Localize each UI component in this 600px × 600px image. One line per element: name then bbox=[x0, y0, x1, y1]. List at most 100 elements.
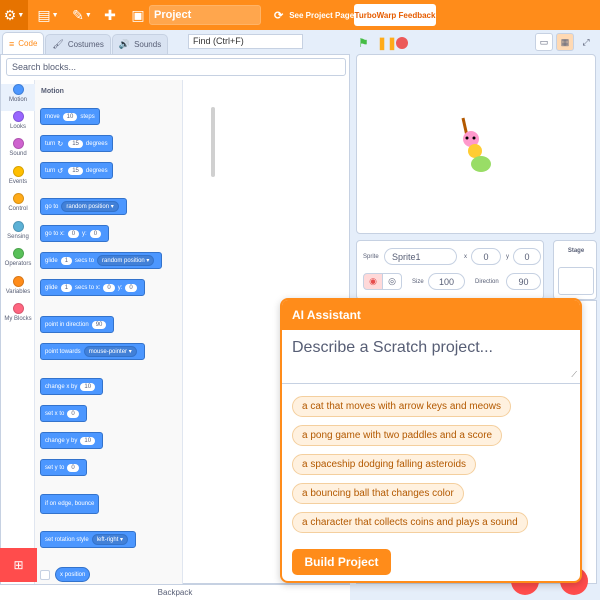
block-input[interactable]: 90 bbox=[91, 320, 107, 329]
stage-canvas[interactable] bbox=[356, 54, 596, 234]
category-events[interactable]: Events bbox=[1, 166, 35, 193]
tab-code[interactable]: ≡ Code bbox=[2, 32, 45, 54]
fullscreen-button[interactable]: ⤢ bbox=[577, 33, 595, 51]
control-dot-icon bbox=[12, 193, 24, 204]
x-position-checkbox[interactable] bbox=[40, 570, 50, 580]
sound-dot-icon bbox=[12, 138, 24, 149]
block-bounce[interactable]: if on edge, bounce bbox=[40, 494, 100, 514]
stage-selector[interactable]: Stage bbox=[553, 240, 597, 300]
backpack-bar[interactable]: Backpack bbox=[0, 584, 350, 600]
category-label: Looks bbox=[9, 124, 26, 130]
suggestion-chip[interactable]: a bouncing ball that changes color bbox=[292, 483, 464, 504]
block-input[interactable]: 0 bbox=[89, 229, 102, 238]
block-input[interactable]: 1 bbox=[60, 283, 73, 292]
block-change-x[interactable]: change x by 10 bbox=[40, 378, 104, 395]
addons-button[interactable]: ✚ bbox=[96, 0, 124, 30]
sprite-size-input[interactable]: 100 bbox=[428, 273, 465, 290]
block-dropdown[interactable]: random position ▾ bbox=[97, 255, 155, 266]
block-change-y[interactable]: change y by 10 bbox=[40, 432, 104, 449]
see-project-page-button[interactable]: ⟳ See Project Page bbox=[268, 4, 360, 26]
dropdown-value: left-right bbox=[96, 537, 119, 543]
block-input[interactable]: 1 bbox=[60, 256, 73, 265]
speaker-icon: 🔊 bbox=[118, 39, 131, 49]
show-sprite-button[interactable]: ◉ bbox=[363, 273, 383, 290]
find-input[interactable]: Find (Ctrl+F) bbox=[188, 34, 303, 49]
block-move-steps[interactable]: move 10 steps bbox=[40, 108, 100, 125]
block-turn-right[interactable]: turn ↻ 15 degrees bbox=[40, 135, 113, 152]
project-title-input[interactable]: Project bbox=[149, 5, 261, 25]
block-point-in-direction[interactable]: point in direction 90 bbox=[40, 316, 115, 333]
hide-sprite-button[interactable]: ◎ bbox=[382, 273, 402, 290]
block-dropdown[interactable]: mouse-pointer ▾ bbox=[83, 346, 137, 357]
resize-handle-icon[interactable]: ⟋ bbox=[571, 370, 577, 380]
block-input[interactable]: 10 bbox=[80, 436, 96, 445]
category-sound[interactable]: Sound bbox=[1, 138, 35, 165]
block-input[interactable]: 10 bbox=[62, 112, 78, 121]
green-flag-button[interactable]: ⚑ bbox=[358, 36, 369, 50]
gear-icon: ⚙ bbox=[3, 6, 17, 23]
looks-dot-icon bbox=[12, 111, 24, 122]
category-variables[interactable]: Variables bbox=[1, 276, 35, 303]
block-glide-xy[interactable]: glide 1 secs to x: 0 y: 0 bbox=[40, 279, 145, 296]
block-turn-left[interactable]: turn ↺ 15 degrees bbox=[40, 162, 113, 179]
block-point-towards[interactable]: point towards mouse-pointer ▾ bbox=[40, 343, 145, 360]
sprite-y-input[interactable]: 0 bbox=[513, 248, 541, 265]
palette-scrollbar[interactable] bbox=[211, 107, 215, 177]
category-control[interactable]: Control bbox=[1, 193, 35, 220]
stop-button[interactable] bbox=[396, 37, 408, 49]
suggestion-chip[interactable]: a character that collects coins and play… bbox=[292, 512, 528, 533]
packager-button[interactable]: ▣ bbox=[124, 0, 152, 30]
block-input[interactable]: 0 bbox=[103, 283, 115, 292]
file-menu[interactable]: ▤ ▼ bbox=[34, 0, 62, 30]
block-input[interactable]: 0 bbox=[67, 409, 79, 418]
block-input[interactable]: 0 bbox=[67, 463, 79, 472]
tab-sounds[interactable]: 🔊 Sounds bbox=[111, 34, 169, 54]
tab-costumes[interactable]: 🖌 Costumes bbox=[45, 34, 111, 54]
add-extension-button[interactable]: ⊞ bbox=[0, 548, 37, 582]
sprite-name-input[interactable]: Sprite1 bbox=[384, 248, 457, 265]
block-input[interactable]: 0 bbox=[67, 229, 80, 238]
block-text: go to bbox=[45, 203, 59, 210]
block-go-to[interactable]: go to random position ▾ bbox=[40, 198, 127, 215]
tab-sounds-label: Sounds bbox=[134, 40, 162, 49]
block-input[interactable]: 15 bbox=[68, 139, 83, 148]
build-project-button[interactable]: Build Project bbox=[292, 549, 391, 575]
eye-icon: ◉ bbox=[369, 276, 377, 286]
large-stage-button[interactable]: ▦ bbox=[556, 33, 574, 51]
project-description-input[interactable]: Describe a Scratch project... ⟋ bbox=[282, 330, 580, 384]
block-x-position[interactable]: x position bbox=[55, 567, 91, 582]
sprite-direction-input[interactable]: 90 bbox=[506, 273, 541, 290]
block-go-to-xy[interactable]: go to x: 0 y: 0 bbox=[40, 225, 110, 242]
feedback-button[interactable]: TurboWarp Feedback bbox=[354, 4, 436, 26]
block-glide-to[interactable]: glide 1 secs to random position ▾ bbox=[40, 252, 163, 269]
block-rotation-style[interactable]: set rotation style left-right ▾ bbox=[40, 531, 137, 548]
stage-thumbnail bbox=[558, 267, 594, 295]
block-text: go to x: bbox=[45, 230, 65, 237]
block-set-x[interactable]: set x to 0 bbox=[40, 405, 87, 422]
category-looks[interactable]: Looks bbox=[1, 111, 35, 138]
block-input[interactable]: 10 bbox=[80, 382, 96, 391]
block-dropdown[interactable]: random position ▾ bbox=[61, 201, 119, 212]
category-sensing[interactable]: Sensing bbox=[1, 221, 35, 248]
settings-menu[interactable]: ⚙ ▼ bbox=[0, 0, 28, 30]
block-input[interactable]: 15 bbox=[68, 166, 83, 175]
fullscreen-icon: ⤢ bbox=[582, 36, 590, 47]
suggestion-chip[interactable]: a pong game with two paddles and a score bbox=[292, 425, 503, 446]
category-my-blocks[interactable]: My Blocks bbox=[1, 303, 35, 330]
sprite-x-input[interactable]: 0 bbox=[471, 248, 501, 265]
suggestion-chip[interactable]: a spaceship dodging falling asteroids bbox=[292, 454, 476, 475]
category-motion[interactable]: Motion bbox=[1, 84, 35, 111]
block-input[interactable]: 0 bbox=[125, 283, 137, 292]
search-blocks-input[interactable]: Search blocks... bbox=[6, 58, 346, 76]
rotate-left-icon: ↺ bbox=[57, 167, 64, 175]
ai-assistant-title: AI Assistant bbox=[282, 300, 580, 330]
edit-menu[interactable]: ✎ ▼ bbox=[68, 0, 96, 30]
block-text: y: bbox=[117, 284, 123, 291]
suggestion-chip[interactable]: a cat that moves with arrow keys and meo… bbox=[292, 396, 511, 417]
category-operators[interactable]: Operators bbox=[1, 248, 35, 275]
block-dropdown[interactable]: left-right ▾ bbox=[91, 534, 129, 545]
dropdown-value: random position bbox=[66, 204, 110, 210]
block-set-y[interactable]: set y to 0 bbox=[40, 459, 87, 476]
small-stage-button[interactable]: ▭ bbox=[535, 33, 553, 51]
pause-button[interactable]: ❚❚ bbox=[377, 36, 397, 50]
